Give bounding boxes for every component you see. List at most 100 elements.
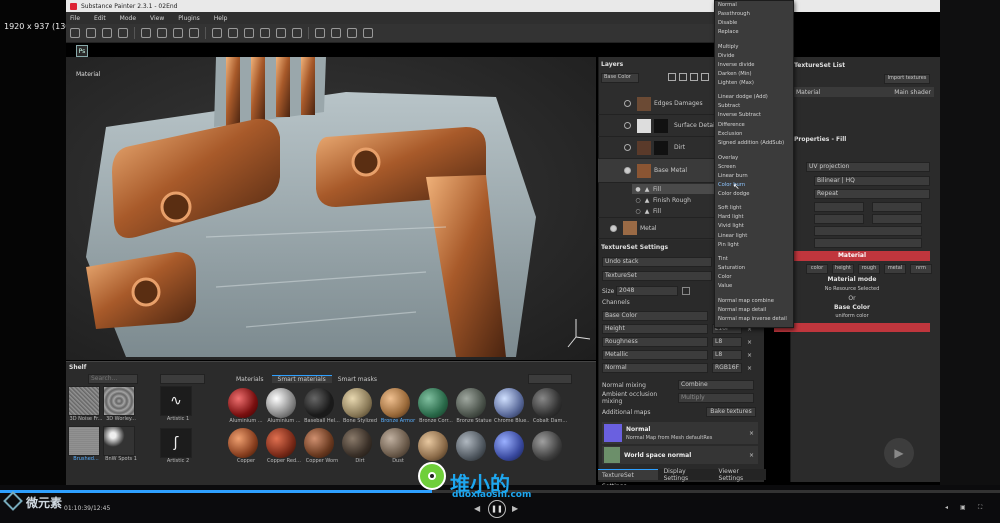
previous-icon[interactable]: ◀ [474, 504, 480, 513]
channel-roughness-format[interactable]: L8 [712, 337, 742, 347]
offset-slider[interactable] [814, 214, 864, 224]
menu-view[interactable]: View [150, 15, 164, 22]
tab-smart-masks[interactable]: Smart masks [332, 376, 383, 383]
remove-channel-icon[interactable]: × [746, 352, 753, 359]
smart-material-item[interactable]: Copper Worn [304, 428, 341, 464]
blend-mode-item[interactable]: Tint [718, 256, 728, 265]
geometry-mask-icon[interactable] [118, 28, 128, 38]
blend-mode-item[interactable]: Value [718, 283, 732, 292]
screenshot-icon[interactable] [276, 28, 286, 38]
smart-material-item[interactable] [494, 431, 531, 461]
sublayer-visibility-icon[interactable]: ○ [635, 208, 641, 215]
blend-mode-item[interactable]: Vivid light [718, 223, 744, 232]
smart-material-item[interactable]: Copper Red... [266, 428, 303, 464]
layer-visibility-icon[interactable] [610, 224, 617, 232]
blend-mode-item[interactable]: Normal map combine [718, 298, 774, 307]
blend-mode-item[interactable]: Replace [718, 29, 739, 38]
smart-material-item[interactable]: Cobalt Dam... [532, 388, 569, 424]
blend-mode-item[interactable]: Linear dodge (Add) [718, 94, 768, 103]
layer-visibility-icon[interactable] [624, 144, 631, 151]
texture-item[interactable]: 3D Noise Fr... [68, 386, 103, 422]
blend-mode-item[interactable]: Normal map inverse detail [718, 316, 787, 325]
textureset-list-row[interactable]: Material Main shader [794, 87, 934, 97]
channel-toggle-color[interactable]: color [806, 264, 828, 274]
blend-mode-item[interactable]: Linear burn [718, 173, 748, 182]
add-fill-layer-icon[interactable] [679, 73, 687, 81]
play-large-icon[interactable]: ▶ [884, 438, 914, 468]
texture-item[interactable]: Brushed... [68, 426, 103, 462]
layer-visibility-icon[interactable] [624, 122, 631, 129]
blend-mode-item[interactable]: Color [718, 274, 732, 283]
light-icon[interactable] [260, 28, 270, 38]
smudge-tool-icon[interactable] [141, 28, 151, 38]
channel-height[interactable]: Height [602, 324, 708, 334]
camera-icon[interactable] [228, 28, 238, 38]
remove-channel-icon[interactable]: × [746, 339, 753, 346]
smart-material-item[interactable] [532, 431, 569, 461]
menu-plugins[interactable]: Plugins [178, 15, 200, 22]
picker-tool-icon[interactable] [173, 28, 183, 38]
settings-icon[interactable]: ▣ [960, 504, 966, 511]
blend-mode-item[interactable]: Color dodge [718, 191, 749, 200]
blend-mode-item[interactable]: Linear light [718, 233, 747, 242]
pause-icon[interactable]: ❚❚ [488, 500, 506, 518]
add-folder-icon[interactable] [701, 73, 709, 81]
solo-material-icon[interactable] [363, 28, 373, 38]
texture-item[interactable]: 3D Worley... [103, 386, 138, 422]
projection-select[interactable]: UV projection [806, 162, 930, 172]
fullscreen-icon[interactable]: ⛶ [978, 504, 982, 512]
blend-mode-item[interactable]: Soft light [718, 205, 741, 214]
channel-normal-format[interactable]: RGB16F [712, 363, 742, 373]
additional-map-normal[interactable]: Normal Normal Map from Mesh defaultRes × [602, 422, 758, 444]
tiling-slider[interactable] [814, 238, 922, 248]
blend-mode-item[interactable]: Saturation [718, 265, 745, 274]
brush-item[interactable]: ∿ Artistic 1 [160, 386, 200, 422]
channel-toggle-height[interactable]: height [832, 264, 854, 274]
tab-viewer-settings[interactable]: Viewer Settings [713, 468, 766, 482]
import-textures-button[interactable]: Import textures [884, 74, 930, 84]
offset-slider-v[interactable] [872, 214, 922, 224]
smart-material-item[interactable]: Chrome Blue... [494, 388, 531, 424]
add-layer-icon[interactable] [668, 73, 676, 81]
material-search-input[interactable] [528, 374, 572, 384]
shelf-search-input[interactable]: Search... [88, 374, 138, 384]
blend-mode-item[interactable]: Divide [718, 53, 734, 62]
smart-material-item[interactable] [418, 431, 455, 461]
smart-material-item[interactable] [456, 431, 493, 461]
next-icon[interactable]: ▶ [512, 504, 518, 513]
menu-mode[interactable]: Mode [120, 15, 136, 22]
blend-mode-item[interactable]: Exclusion [718, 131, 742, 140]
additional-map-world-normal[interactable]: World space normal × [602, 446, 758, 464]
sublayer-visibility-icon[interactable]: ● [635, 186, 641, 193]
remove-map-icon[interactable]: × [749, 430, 754, 437]
channel-roughness[interactable]: Roughness [602, 337, 708, 347]
link-size-icon[interactable] [682, 287, 690, 295]
blend-mode-item[interactable]: Hard light [718, 214, 744, 223]
blend-mode-item[interactable]: Lighten (Max) [718, 80, 754, 89]
smart-material-item[interactable]: Dust [380, 428, 417, 464]
polygon-fill-icon[interactable] [189, 28, 199, 38]
layer-visibility-icon[interactable] [624, 100, 631, 107]
blend-mode-item[interactable]: Difference [718, 122, 745, 131]
normal-mixing-select[interactable]: Combine [678, 380, 754, 390]
symmetry-icon[interactable] [212, 28, 222, 38]
blend-mode-item[interactable]: Screen [718, 164, 736, 173]
tab-smart-materials[interactable]: Smart materials [271, 375, 332, 383]
blend-mode-item[interactable]: Subtract [718, 103, 740, 112]
menu-help[interactable]: Help [214, 15, 228, 22]
blend-mode-item[interactable]: Color burn [718, 182, 745, 191]
blend-mode-item[interactable]: Normal [718, 2, 737, 11]
remove-map-icon[interactable]: × [749, 452, 754, 459]
texture-item[interactable]: BnW Spots 1 [103, 426, 138, 462]
blend-mode-item[interactable]: Inverse divide [718, 62, 755, 71]
smart-material-item[interactable]: Aluminium ... [266, 388, 303, 424]
3d-viewport[interactable] [66, 57, 596, 360]
photoshop-export-icon[interactable]: Ps [76, 45, 88, 57]
smart-material-item[interactable]: Dirt [342, 428, 379, 464]
blend-mode-item[interactable]: Passthrough [718, 11, 750, 20]
brush-search-input[interactable] [160, 374, 205, 384]
blend-mode-item[interactable]: Multiply [718, 44, 738, 53]
channel-toggle-nrm[interactable]: nrm [910, 264, 932, 274]
layer-visibility-icon[interactable] [624, 167, 631, 174]
undo-stack-field[interactable]: Undo stack [602, 257, 712, 267]
